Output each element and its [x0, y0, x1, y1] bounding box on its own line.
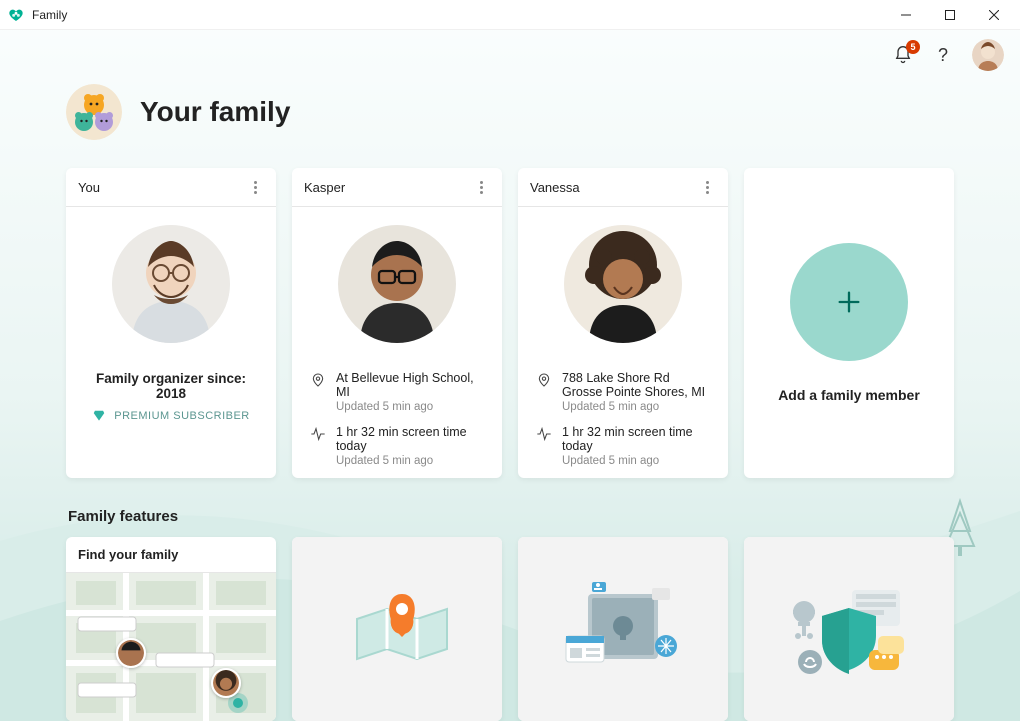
- diamond-icon: [92, 409, 106, 423]
- address-line1: 788 Lake Shore Rd: [562, 371, 705, 385]
- feature-card-safety[interactable]: [518, 537, 728, 721]
- help-button[interactable]: ?: [932, 44, 954, 66]
- more-options-button[interactable]: [246, 178, 264, 196]
- member-name: Kasper: [304, 180, 345, 195]
- safety-illustration: [518, 537, 728, 721]
- location-pin-icon: [310, 372, 326, 388]
- feature-title: Find your family: [66, 537, 276, 573]
- family-logo: [66, 84, 122, 140]
- commandbar: 5 ?: [0, 30, 1020, 80]
- content-illustration: [744, 537, 954, 721]
- activity-icon: [536, 426, 552, 442]
- feature-card-content[interactable]: [744, 537, 954, 721]
- card-header: Kasper: [292, 168, 502, 207]
- member-name: Vanessa: [530, 180, 580, 195]
- member-avatar: [112, 225, 230, 343]
- screentime-line: 1 hr 32 min screen time today: [562, 425, 710, 453]
- member-name: You: [78, 180, 100, 195]
- member-card-vanessa[interactable]: Vanessa: [518, 168, 728, 478]
- feature-card-location[interactable]: [292, 537, 502, 721]
- plus-icon: [835, 288, 863, 316]
- organizer-since-label: Family organizer since: 2018: [82, 371, 260, 401]
- map-illustration: [66, 573, 276, 721]
- premium-label: PREMIUM SUBSCRIBER: [114, 410, 250, 422]
- location-updated: Updated 5 min ago: [336, 401, 484, 413]
- card-header: Vanessa: [518, 168, 728, 207]
- map-avatar-kasper: [116, 638, 146, 668]
- location-line: At Bellevue High School, MI: [336, 371, 484, 399]
- screentime-updated: Updated 5 min ago: [336, 455, 484, 467]
- notification-badge: 5: [906, 40, 920, 54]
- screentime-line: 1 hr 32 min screen time today: [336, 425, 484, 453]
- feature-card-find-family[interactable]: Find your family: [66, 537, 276, 721]
- family-features-row: Find your family: [66, 537, 954, 721]
- add-family-member-card[interactable]: Add a family member: [744, 168, 954, 478]
- location-updated: Updated 5 min ago: [562, 401, 705, 413]
- member-card-kasper[interactable]: Kasper: [292, 168, 502, 478]
- window-minimize-button[interactable]: [884, 0, 928, 30]
- member-card-you[interactable]: You Family o: [66, 168, 276, 478]
- activity-icon: [310, 426, 326, 442]
- app-title: Family: [32, 8, 67, 22]
- current-user-avatar[interactable]: [972, 39, 1004, 71]
- map-avatar-vanessa: [211, 668, 241, 698]
- page-title: Your family: [140, 96, 290, 128]
- premium-subscriber-badge: PREMIUM SUBSCRIBER: [92, 409, 250, 423]
- titlebar: Family: [0, 0, 1020, 30]
- more-options-button[interactable]: [472, 178, 490, 196]
- location-illustration: [292, 537, 502, 721]
- add-circle: [790, 243, 908, 361]
- screentime-updated: Updated 5 min ago: [562, 455, 710, 467]
- window-maximize-button[interactable]: [928, 0, 972, 30]
- window-close-button[interactable]: [972, 0, 1016, 30]
- card-header: You: [66, 168, 276, 207]
- member-avatar: [564, 225, 682, 343]
- content-area: Your family You: [0, 84, 1020, 721]
- location-pin-icon: [536, 372, 552, 388]
- add-family-member-label: Add a family member: [778, 387, 920, 403]
- app-icon: [8, 7, 24, 23]
- member-avatar: [338, 225, 456, 343]
- family-members-row: You Family o: [66, 168, 954, 478]
- page-header: Your family: [66, 84, 954, 140]
- address-line2: Grosse Pointe Shores, MI: [562, 385, 705, 399]
- more-options-button[interactable]: [698, 178, 716, 196]
- notifications-button[interactable]: 5: [892, 44, 914, 66]
- window-controls: [884, 0, 1016, 30]
- titlebar-left: Family: [8, 7, 67, 23]
- features-section-title: Family features: [68, 508, 954, 525]
